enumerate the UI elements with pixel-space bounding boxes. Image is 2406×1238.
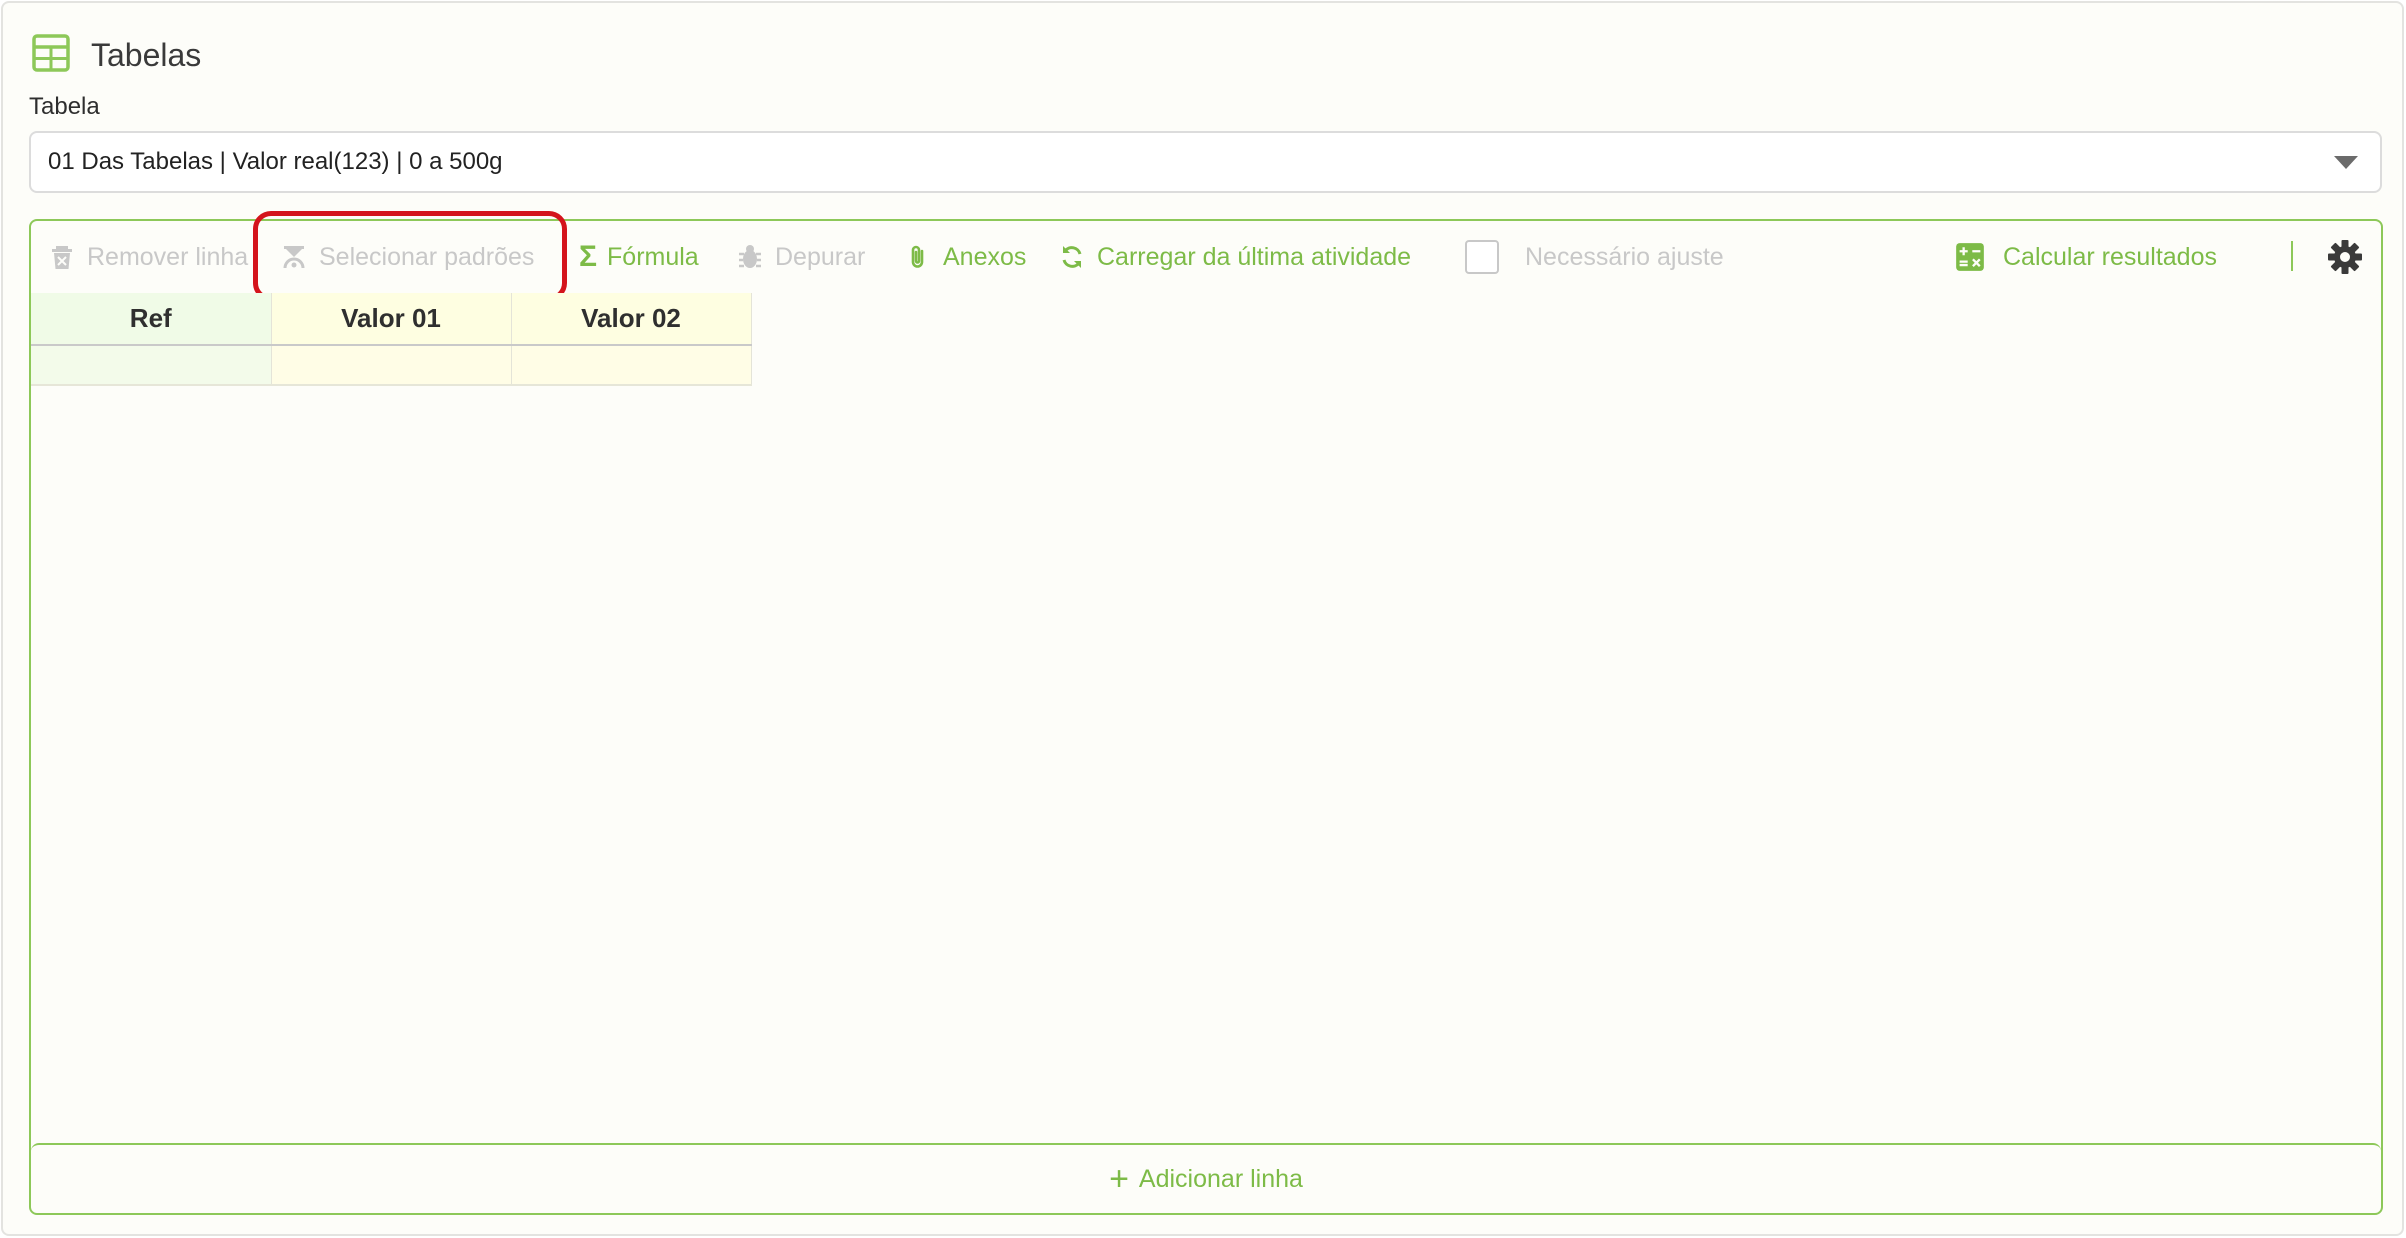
- table-select[interactable]: 01 Das Tabelas | Valor real(123) | 0 a 5…: [29, 131, 2382, 193]
- table-row: [31, 345, 752, 386]
- attachments-button[interactable]: Anexos: [905, 237, 1026, 277]
- checkbox-box[interactable]: [1465, 240, 1499, 274]
- remove-row-button[interactable]: Remover linha: [49, 237, 248, 277]
- page-title: Tabelas: [91, 36, 202, 73]
- cell-valor-01[interactable]: [271, 345, 512, 386]
- tables-card: Tabelas Tabela 01 Das Tabelas | Valor re…: [1, 1, 2404, 1236]
- cell-valor-02[interactable]: [511, 345, 752, 386]
- table-panel: Remover linha Selecionar padrões Σ Fórmu…: [29, 211, 2383, 1215]
- adjust-needed-checkbox[interactable]: Necessário ajuste: [1465, 237, 1724, 277]
- calculate-results-button[interactable]: Calcular resultados: [1955, 237, 2217, 277]
- standards-icon: [283, 246, 305, 269]
- plus-icon: +: [1109, 1159, 1129, 1198]
- cell-ref[interactable]: [31, 345, 272, 386]
- sigma-icon: Σ: [579, 240, 598, 273]
- sync-icon: [1062, 246, 1082, 268]
- formula-button[interactable]: Σ Fórmula: [579, 237, 699, 277]
- gear-icon: [2328, 240, 2362, 274]
- add-row-button[interactable]: + Adicionar linha: [31, 1143, 2381, 1213]
- settings-button[interactable]: [2327, 239, 2363, 280]
- column-header-valor-01[interactable]: Valor 01: [271, 293, 512, 346]
- table-select-value: 01 Das Tabelas | Valor real(123) | 0 a 5…: [48, 148, 503, 175]
- load-last-activity-button[interactable]: Carregar da última atividade: [1059, 237, 1411, 277]
- select-standards-button[interactable]: Selecionar padrões: [281, 237, 534, 277]
- bug-icon: [739, 245, 761, 268]
- table-header-row: Ref Valor 01 Valor 02: [31, 293, 752, 346]
- card-header: Tabelas: [31, 33, 201, 77]
- data-table: Ref Valor 01 Valor 02: [31, 293, 752, 386]
- column-header-ref[interactable]: Ref: [31, 293, 272, 346]
- calculator-icon: [1956, 243, 1984, 271]
- table-icon: [31, 33, 71, 78]
- caret-down-icon[interactable]: [2334, 156, 2358, 169]
- trash-icon: [52, 246, 72, 269]
- debug-button[interactable]: Depurar: [737, 237, 865, 277]
- table-toolbar: Remover linha Selecionar padrões Σ Fórmu…: [31, 211, 2381, 301]
- toolbar-divider: [2291, 241, 2293, 271]
- column-header-valor-02[interactable]: Valor 02: [511, 293, 752, 346]
- table-field-label: Tabela: [29, 93, 100, 120]
- paperclip-icon: [911, 245, 924, 268]
